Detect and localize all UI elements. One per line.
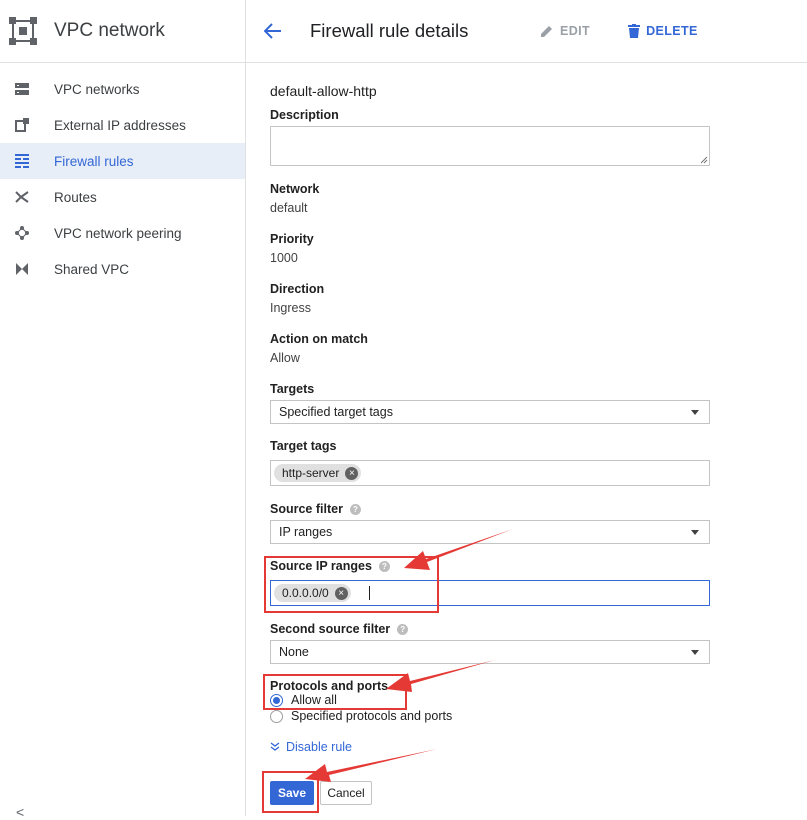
rule-name: default-allow-http (270, 83, 377, 99)
routes-icon (14, 189, 30, 205)
network-value: default (270, 201, 308, 215)
action-value: Allow (270, 351, 300, 365)
delete-button[interactable]: DELETE (628, 24, 698, 38)
targets-select[interactable]: Specified target tags (270, 400, 710, 424)
sidebar-item-firewall-rules[interactable]: Firewall rules (0, 143, 245, 179)
page-title: Firewall rule details (310, 20, 469, 41)
direction-label: Direction (270, 282, 325, 296)
network-label: Network (270, 182, 320, 196)
priority-value: 1000 (270, 251, 298, 265)
edit-button[interactable]: EDIT (540, 24, 590, 38)
source-filter-label-row: Source filter ? (270, 502, 361, 516)
sidebar-header: VPC network (0, 0, 245, 63)
back-arrow-icon[interactable] (264, 19, 288, 43)
action-label: Action on match (270, 332, 368, 346)
sidebar-item-label: VPC networks (54, 81, 140, 97)
target-tag-chip: http-server × (274, 464, 362, 482)
sidebar-nav: VPC networks External IP addresses Firew… (0, 63, 245, 287)
vpc-network-logo-icon (9, 17, 37, 45)
target-tags-label: Target tags (270, 439, 337, 453)
resize-handle-icon[interactable] (700, 156, 708, 164)
vpc-networks-icon (14, 81, 30, 97)
sidebar-item-shared-vpc[interactable]: Shared VPC (0, 251, 245, 287)
firewall-icon (14, 153, 30, 169)
targets-select-value: Specified target tags (279, 405, 393, 419)
radio-specified-protocols[interactable]: Specified protocols and ports (270, 709, 452, 723)
target-tags-input[interactable]: http-server × (270, 460, 710, 486)
sidebar-item-external-ip-addresses[interactable]: External IP addresses (0, 107, 245, 143)
source-filter-label: Source filter (270, 502, 343, 516)
annotation-box-protocols (263, 674, 407, 710)
dropdown-caret-icon (691, 529, 699, 535)
cancel-button[interactable]: Cancel (320, 781, 372, 805)
sidebar-item-label: External IP addresses (54, 117, 186, 133)
shared-vpc-icon (14, 261, 30, 277)
sidebar-item-label: Shared VPC (54, 261, 130, 277)
trash-icon (628, 24, 641, 38)
direction-value: Ingress (270, 301, 311, 315)
sidebar: VPC network VPC networks External IP add… (0, 0, 246, 820)
source-filter-value: IP ranges (279, 525, 333, 539)
external-ip-icon (14, 117, 30, 133)
edit-button-label: EDIT (560, 24, 591, 38)
sidebar-item-routes[interactable]: Routes (0, 179, 245, 215)
radio-unselected-icon[interactable] (270, 709, 283, 723)
sidebar-item-vpc-network-peering[interactable]: VPC network peering (0, 215, 245, 251)
radio-specified-label: Specified protocols and ports (291, 709, 453, 723)
dropdown-caret-icon (691, 409, 699, 415)
targets-label: Targets (270, 382, 315, 396)
delete-button-label: DELETE (646, 24, 698, 38)
disable-rule-link[interactable]: Disable rule (270, 740, 352, 754)
description-textarea[interactable] (270, 126, 710, 166)
annotation-box-source-ip (264, 556, 439, 613)
sidebar-title: VPC network (54, 20, 165, 41)
remove-chip-icon[interactable]: × (345, 466, 359, 480)
collapse-sidebar-icon[interactable]: < (16, 804, 24, 820)
sidebar-item-label: VPC network peering (54, 225, 182, 241)
sidebar-item-label: Firewall rules (54, 153, 134, 169)
second-source-value: None (279, 645, 309, 659)
second-source-select[interactable]: None (270, 640, 710, 664)
sidebar-item-vpc-networks[interactable]: VPC networks (0, 71, 245, 107)
help-icon[interactable]: ? (397, 623, 409, 635)
page-header: Firewall rule details EDIT DELETE (246, 0, 807, 63)
dropdown-caret-icon (691, 649, 699, 655)
source-filter-select[interactable]: IP ranges (270, 520, 710, 544)
chip-label: http-server (282, 466, 340, 480)
peering-icon (14, 225, 30, 241)
second-source-label-row: Second source filter ? (270, 622, 409, 636)
priority-label: Priority (270, 232, 314, 246)
disable-rule-label: Disable rule (286, 740, 353, 754)
chevron-down-icon (270, 742, 280, 751)
help-icon[interactable]: ? (349, 503, 361, 515)
second-source-label: Second source filter (270, 622, 391, 636)
pencil-icon (541, 26, 552, 37)
annotation-box-save (262, 771, 319, 813)
description-label: Description (270, 108, 339, 122)
sidebar-item-label: Routes (54, 189, 97, 205)
